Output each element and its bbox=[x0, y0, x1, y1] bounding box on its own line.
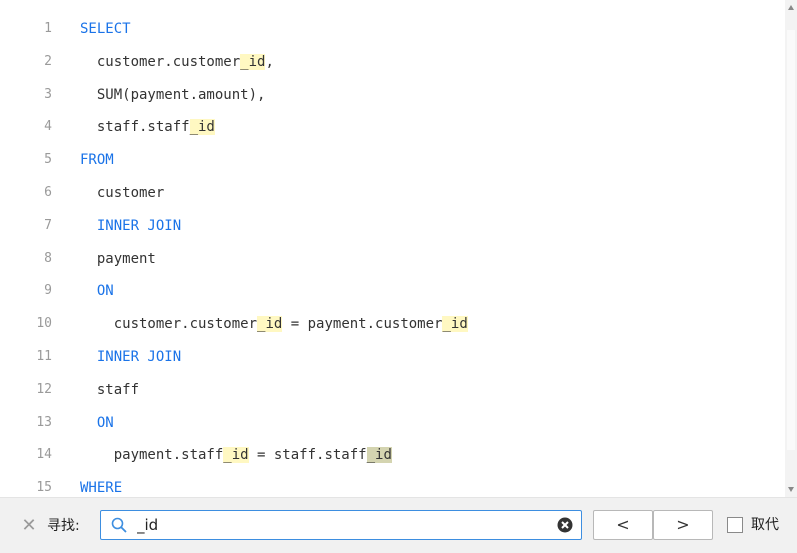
code-text: customer bbox=[80, 177, 164, 209]
code-token: staff bbox=[80, 381, 140, 398]
line-number: 5 bbox=[44, 152, 52, 168]
line-number: 1 bbox=[44, 21, 52, 36]
close-icon[interactable]: ✕ bbox=[20, 517, 38, 535]
scroll-up-icon[interactable] bbox=[788, 5, 794, 10]
find-bar: ✕ 寻找: < > 取代 bbox=[0, 497, 797, 553]
sql-keyword: INNER JOIN bbox=[96, 349, 182, 365]
code-text: INNER JOIN bbox=[80, 210, 181, 242]
search-match: _id bbox=[240, 53, 266, 70]
code-token: , bbox=[265, 53, 274, 70]
code-text: staff.staff_id bbox=[80, 111, 215, 143]
code-token: SUM(payment.amount), bbox=[80, 86, 266, 103]
code-token: staff.staff bbox=[80, 119, 190, 136]
line-number: 4 bbox=[44, 119, 52, 135]
find-label: 寻找: bbox=[47, 518, 80, 534]
line-number: 9 bbox=[44, 283, 52, 299]
line-number: 15 bbox=[36, 480, 52, 496]
line-number: 12 bbox=[36, 381, 52, 397]
clear-icon[interactable] bbox=[557, 517, 573, 533]
code-text: SUM(payment.amount), bbox=[80, 79, 266, 111]
line-number: 14 bbox=[36, 447, 52, 463]
line-number: 8 bbox=[44, 250, 52, 266]
code-token: = staff.staff bbox=[248, 447, 367, 464]
previous-match-button[interactable]: < bbox=[593, 510, 653, 540]
next-match-button[interactable]: > bbox=[653, 510, 713, 540]
code-token: payment.staff bbox=[80, 447, 224, 464]
sql-keyword: FROM bbox=[80, 152, 114, 169]
code-text: WHERE bbox=[80, 472, 122, 497]
code-token: customer bbox=[80, 185, 165, 201]
code-text: customer.customer_id = payment.customer_… bbox=[80, 308, 468, 340]
sql-keyword: SELECT bbox=[80, 21, 131, 37]
line-number: 6 bbox=[44, 185, 52, 200]
search-match: _id bbox=[257, 316, 283, 333]
code-text: payment bbox=[80, 243, 156, 275]
replace-label: 取代 bbox=[751, 517, 779, 533]
replace-checkbox[interactable] bbox=[727, 517, 743, 533]
search-match: _id bbox=[223, 447, 249, 464]
code-text: INNER JOIN bbox=[80, 341, 181, 373]
code-token: = payment.customer bbox=[282, 316, 443, 333]
scroll-down-icon[interactable] bbox=[788, 487, 794, 492]
code-text: staff bbox=[80, 374, 139, 406]
code-text: customer.customer_id, bbox=[80, 46, 274, 78]
code-text: ON bbox=[80, 275, 114, 307]
code-text: SELECT bbox=[80, 13, 131, 45]
sql-keyword: ON bbox=[96, 414, 114, 431]
sql-keyword: WHERE bbox=[80, 480, 123, 497]
line-number: 11 bbox=[36, 349, 52, 364]
sql-keyword: INNER JOIN bbox=[96, 217, 182, 234]
sql-editor[interactable]: 1 SELECT 2 customer.customer_id, 3 SUM(paym… bbox=[0, 0, 785, 497]
code-text: FROM bbox=[80, 144, 114, 176]
code-token: customer.customer bbox=[80, 53, 241, 70]
line-number: 13 bbox=[36, 414, 52, 430]
code-token: payment bbox=[80, 250, 156, 267]
scrollbar-thumb[interactable] bbox=[787, 30, 795, 450]
code-text: payment.staff_id = staff.staff_id bbox=[80, 439, 392, 471]
search-match: _id bbox=[189, 119, 215, 136]
sql-keyword: ON bbox=[96, 283, 114, 300]
search-input[interactable] bbox=[137, 514, 537, 536]
search-match: _id bbox=[442, 316, 468, 333]
search-icon bbox=[111, 517, 127, 533]
vertical-scrollbar[interactable] bbox=[785, 0, 797, 497]
code-text: ON bbox=[80, 407, 114, 439]
line-number: 2 bbox=[44, 53, 52, 69]
line-number: 3 bbox=[44, 86, 52, 102]
line-number: 10 bbox=[36, 316, 52, 332]
search-box[interactable] bbox=[100, 510, 582, 540]
code-token: customer.customer bbox=[80, 316, 258, 333]
line-number: 7 bbox=[44, 217, 52, 233]
search-match: _id bbox=[366, 447, 392, 464]
